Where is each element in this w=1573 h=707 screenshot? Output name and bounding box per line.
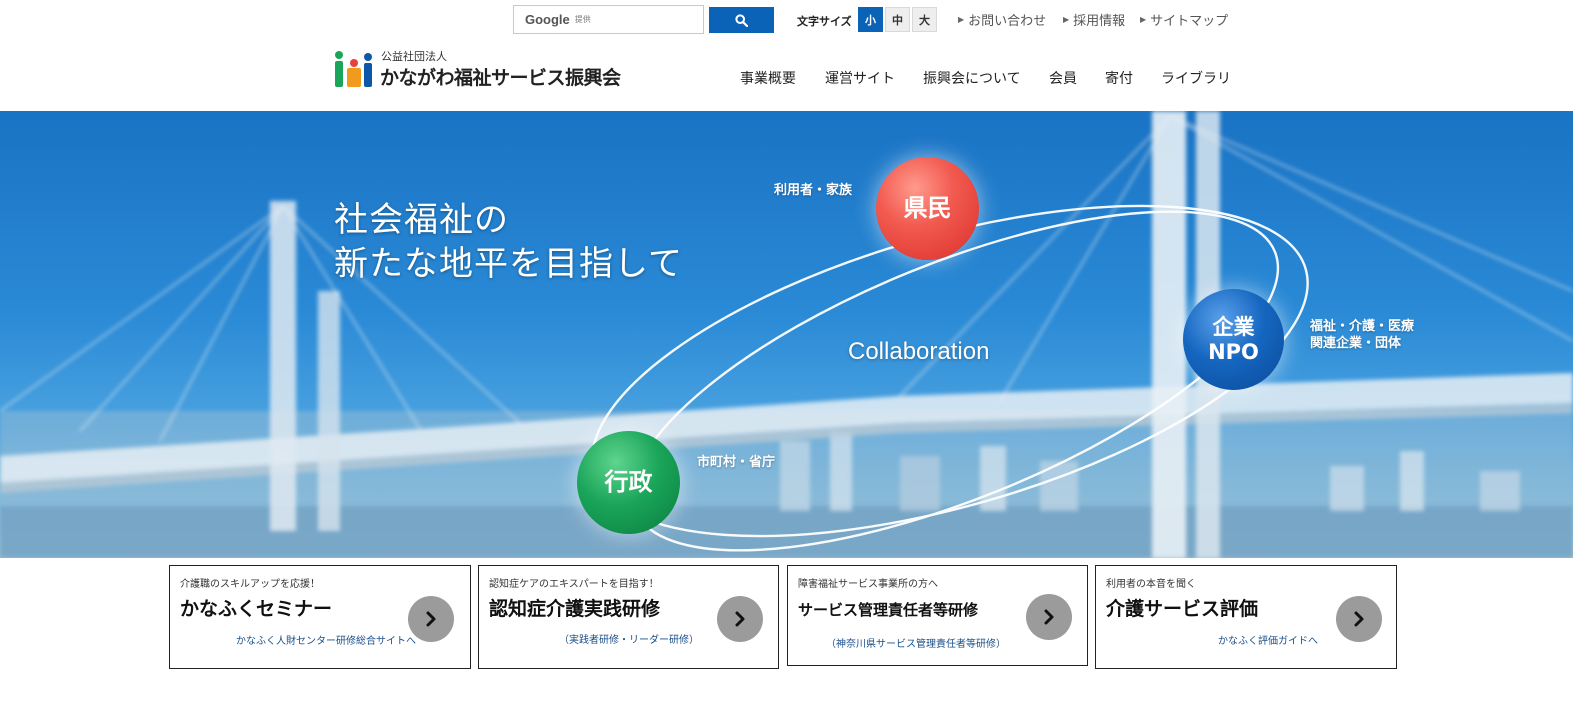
citizen-caption: 利用者・家族 — [774, 183, 853, 198]
chevron-right-icon — [1026, 594, 1072, 640]
card-title: 認知症介護実践研修 — [489, 598, 661, 620]
chevron-right-icon — [408, 596, 454, 642]
font-size-large-button[interactable]: 大 — [912, 7, 937, 32]
logo-mark-icon — [335, 51, 372, 87]
collaboration-text: Collaboration — [848, 338, 990, 365]
nav-item-business[interactable]: 事業概要 — [740, 68, 796, 88]
citizen-ball: 県民 — [876, 157, 979, 260]
chevron-right-icon: ▶ — [958, 15, 965, 24]
company-caption: 福祉・介護・医療 関連企業・団体 — [1310, 318, 1414, 352]
chevron-right-icon — [717, 596, 763, 642]
nav-item-members[interactable]: 会員 — [1049, 68, 1077, 88]
chevron-right-icon: ▶ — [1063, 15, 1070, 24]
government-caption: 市町村・省庁 — [697, 455, 776, 470]
hero-banner: 社会福祉の 新たな地平を目指して 県民 企業 NPO 行政 利用者・家族 福祉・… — [0, 111, 1573, 558]
nav-item-library[interactable]: ライブラリ — [1161, 68, 1231, 88]
chevron-right-icon: ▶ — [1140, 15, 1147, 24]
government-ball: 行政 — [577, 431, 680, 534]
card-kicker: 利用者の本音を聞く — [1106, 579, 1196, 590]
nav-item-sites[interactable]: 運営サイト — [825, 68, 895, 88]
card-title: かなふくセミナー — [180, 598, 333, 620]
logo-subtitle: 公益社団法人 — [381, 50, 447, 63]
citizen-ball-label: 県民 — [903, 193, 952, 222]
card-title: 介護サービス評価 — [1106, 598, 1259, 620]
company-ball: 企業 NPO — [1183, 289, 1284, 390]
company-caption-line2: 関連企業・団体 — [1310, 336, 1402, 351]
contact-link-label: お問い合わせ — [968, 14, 1047, 29]
recruit-link[interactable]: ▶ 採用情報 — [1063, 10, 1125, 29]
card-kicker: 認知症ケアのエキスパートを目指す！ — [489, 579, 659, 590]
contact-link[interactable]: ▶ お問い合わせ — [958, 10, 1046, 29]
card-note: （神奈川県サービス管理責任者等研修） — [826, 639, 1006, 650]
font-size-medium-button[interactable]: 中 — [885, 7, 910, 32]
logo-name: かながわ福祉サービス振興会 — [380, 67, 621, 89]
search-input[interactable]: Google 提供 — [513, 5, 704, 34]
card-kanafuku-seminar[interactable]: 介護職のスキルアップを応援！ かなふくセミナー かなふく人財センター研修総合サイ… — [169, 565, 471, 669]
card-kicker: 障害福祉サービス事業所の方へ — [798, 579, 938, 590]
recruit-link-label: 採用情報 — [1073, 14, 1126, 29]
card-note: （実践者研修・リーダー研修） — [559, 635, 699, 646]
card-note: かなふく評価ガイドへ — [1218, 636, 1318, 647]
nav-item-about[interactable]: 振興会について — [923, 68, 1021, 88]
card-note: かなふく人財センター研修総合サイトへ — [236, 636, 416, 647]
sitemap-link-label: サイトマップ — [1150, 14, 1229, 29]
company-caption-line1: 福祉・介護・医療 — [1310, 319, 1415, 334]
sitemap-link[interactable]: ▶ サイトマップ — [1140, 10, 1228, 29]
search-button[interactable] — [709, 7, 774, 33]
company-ball-line2: NPO — [1208, 339, 1259, 364]
card-title: サービス管理責任者等研修 — [798, 601, 979, 619]
card-care-service-evaluation[interactable]: 利用者の本音を聞く 介護サービス評価 かなふく評価ガイドへ — [1095, 565, 1397, 669]
utility-bar: Google 提供 文字サイズ 小 中 大 ▶ お問い合わせ ▶ 採用情報 ▶ … — [0, 0, 1573, 40]
nav-item-donation[interactable]: 寄付 — [1105, 68, 1133, 88]
provided-label: 提供 — [574, 15, 591, 24]
search-icon — [735, 13, 748, 27]
google-label: Google — [525, 12, 570, 27]
card-service-manager-training[interactable]: 障害福祉サービス事業所の方へ サービス管理責任者等研修 （神奈川県サービス管理責… — [787, 565, 1088, 666]
company-ball-line1: 企業 — [1212, 315, 1255, 340]
site-logo[interactable]: 公益社団法人 かながわ福祉サービス振興会 — [334, 47, 654, 91]
card-kicker: 介護職のスキルアップを応援！ — [180, 579, 320, 590]
card-dementia-training[interactable]: 認知症ケアのエキスパートを目指す！ 認知症介護実践研修 （実践者研修・リーダー研… — [478, 565, 779, 669]
chevron-right-icon — [1336, 596, 1382, 642]
page: Google 提供 文字サイズ 小 中 大 ▶ お問い合わせ ▶ 採用情報 ▶ … — [0, 0, 1573, 707]
font-size-small-button[interactable]: 小 — [858, 7, 883, 32]
government-ball-label: 行政 — [604, 467, 653, 496]
font-size-label: 文字サイズ — [797, 15, 852, 28]
